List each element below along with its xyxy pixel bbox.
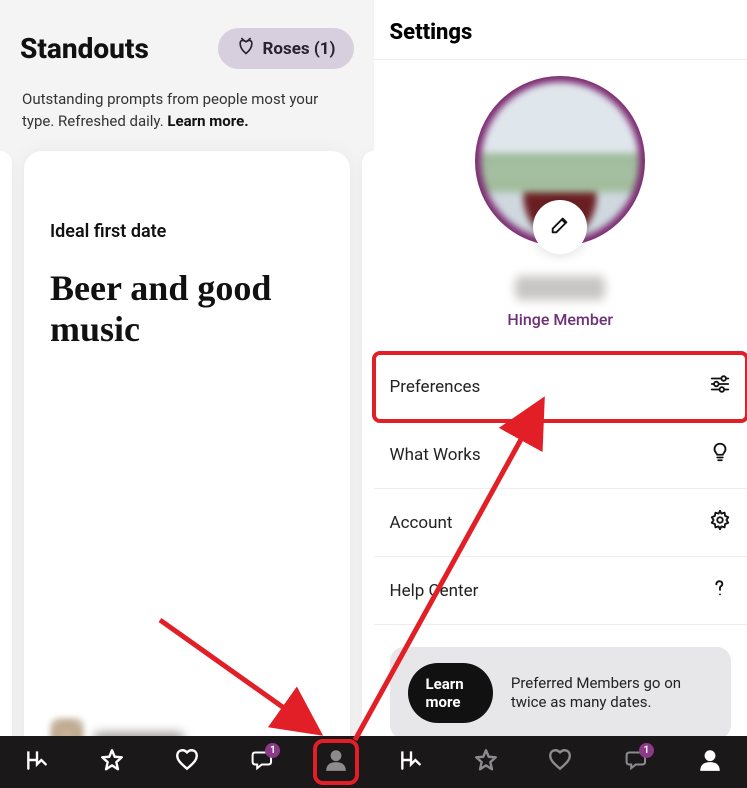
profile-block: Hinge Member — [374, 60, 747, 329]
gear-icon — [709, 509, 731, 536]
nav-right: 1 — [374, 736, 747, 788]
hinge-logo-icon — [24, 747, 50, 777]
heart-icon — [547, 747, 573, 777]
help-icon — [709, 577, 731, 604]
nav-left: 1 — [0, 736, 374, 788]
member-label: Hinge Member — [507, 310, 613, 329]
nav-profile[interactable] — [693, 745, 727, 779]
nav-profile[interactable] — [319, 745, 353, 779]
nav-likes[interactable] — [170, 745, 204, 779]
preferred-members-card: Learn more Preferred Members go on twice… — [390, 647, 732, 739]
rose-icon — [236, 36, 256, 61]
standout-card[interactable]: Ideal first date Beer and good music — [24, 151, 350, 788]
card-prompt: Ideal first date — [50, 221, 324, 242]
standouts-cards-row[interactable]: Ideal first date Beer and good music — [0, 151, 374, 788]
nav-discover[interactable] — [394, 745, 428, 779]
learn-more-link[interactable]: Learn more. — [167, 112, 248, 130]
app-container: Standouts Roses (1) Outstanding prompts … — [0, 0, 747, 788]
next-card-peek[interactable] — [362, 151, 374, 788]
menu-label: Preferences — [390, 377, 481, 397]
profile-avatar-ring[interactable] — [475, 76, 645, 246]
profile-username — [515, 276, 605, 300]
nav-standouts[interactable] — [95, 745, 129, 779]
heart-icon — [174, 747, 200, 777]
pencil-icon — [549, 214, 571, 240]
standouts-screen: Standouts Roses (1) Outstanding prompts … — [0, 0, 374, 788]
learn-card-text: Preferred Members go on twice as many da… — [511, 674, 713, 713]
settings-screen: Settings Hinge Member Preferences — [374, 0, 747, 788]
bulb-icon — [709, 441, 731, 468]
menu-label: Account — [390, 513, 453, 533]
settings-menu: Preferences What Works Account Help Cent… — [374, 353, 747, 625]
nav-matches[interactable]: 1 — [618, 745, 652, 779]
nav-badge: 1 — [639, 743, 654, 758]
star-icon — [473, 747, 499, 777]
hinge-logo-icon — [398, 747, 424, 777]
profile-icon — [323, 747, 349, 777]
bottom-nav: 1 1 — [0, 736, 747, 788]
roses-button[interactable]: Roses (1) — [218, 28, 353, 69]
menu-item-preferences[interactable]: Preferences — [374, 353, 747, 421]
star-icon — [99, 747, 125, 777]
menu-item-help-center[interactable]: Help Center — [374, 557, 747, 625]
nav-likes[interactable] — [543, 745, 577, 779]
nav-standouts[interactable] — [469, 745, 503, 779]
page-title: Standouts — [20, 32, 149, 65]
sliders-icon — [709, 373, 731, 400]
menu-item-what-works[interactable]: What Works — [374, 421, 747, 489]
menu-item-account[interactable]: Account — [374, 489, 747, 557]
nav-matches[interactable]: 1 — [244, 745, 278, 779]
nav-badge: 1 — [265, 743, 280, 758]
learn-more-button[interactable]: Learn more — [408, 663, 493, 723]
menu-label: What Works — [390, 445, 481, 465]
roses-label: Roses (1) — [262, 39, 335, 59]
menu-label: Help Center — [390, 581, 479, 601]
prev-card-peek[interactable] — [0, 151, 12, 788]
settings-title: Settings — [374, 0, 747, 59]
standouts-header: Standouts Roses (1) — [0, 0, 374, 79]
nav-discover[interactable] — [20, 745, 54, 779]
standouts-subtext: Outstanding prompts from people most you… — [0, 79, 374, 151]
profile-icon — [697, 747, 723, 777]
edit-profile-button[interactable] — [533, 200, 587, 254]
card-answer: Beer and good music — [50, 268, 324, 351]
